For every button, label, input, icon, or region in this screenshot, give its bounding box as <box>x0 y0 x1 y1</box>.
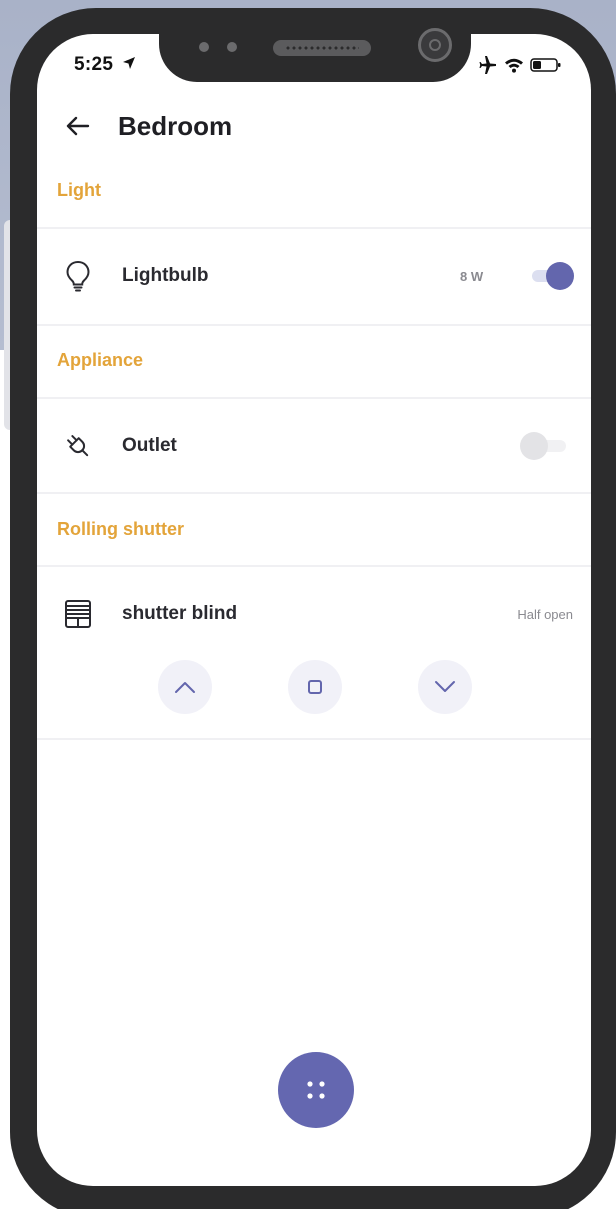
device-name-outlet: Outlet <box>122 435 177 456</box>
back-button[interactable] <box>60 108 96 144</box>
airplane-icon <box>478 56 498 79</box>
speaker-grille <box>273 40 371 56</box>
outlet-toggle[interactable] <box>520 432 568 460</box>
sensor-dot <box>227 42 237 52</box>
location-arrow-icon <box>122 56 136 75</box>
battery-icon <box>530 57 562 78</box>
wifi-icon <box>504 57 524 78</box>
divider <box>37 738 591 740</box>
section-label-light: Light <box>57 180 101 200</box>
toggle-knob <box>520 432 548 460</box>
divider <box>37 565 591 567</box>
power-reading: 8 W <box>460 268 484 284</box>
section-label-rolling-shutter: Rolling shutter <box>57 519 184 539</box>
divider <box>37 397 591 399</box>
section-label-appliance: Appliance <box>57 350 144 370</box>
chevron-down-icon <box>435 681 455 692</box>
app-screenshot: 5:25 Bedroom Light Lightbulb 8 W Applian… <box>0 0 616 1209</box>
app-header: Bedroom <box>60 104 232 148</box>
status-icons <box>478 56 562 79</box>
lightbulb-toggle[interactable] <box>526 262 574 290</box>
back-arrow-icon <box>66 116 90 136</box>
grid-dots-icon <box>307 1081 325 1099</box>
device-name-lightbulb: Lightbulb <box>122 265 209 286</box>
device-row-shutter-blind[interactable]: shutter blind Half open <box>37 584 591 644</box>
device-row-outlet[interactable]: Outlet <box>37 416 591 476</box>
page-title: Bedroom <box>118 110 233 141</box>
device-name-shutter-blind: shutter blind <box>122 603 238 624</box>
chevron-up-icon <box>175 682 195 693</box>
shutter-stop-button[interactable] <box>288 660 342 714</box>
speaker-holes <box>285 46 359 50</box>
shutter-down-button[interactable] <box>418 660 472 714</box>
toggle-knob <box>546 262 574 290</box>
divider <box>37 227 591 229</box>
status-time: 5:25 <box>74 54 114 75</box>
divider <box>37 492 591 494</box>
device-row-lightbulb[interactable]: Lightbulb 8 W <box>37 246 591 306</box>
floating-action-button[interactable] <box>278 1052 354 1128</box>
divider <box>37 324 591 326</box>
shutter-up-button[interactable] <box>158 660 212 714</box>
sensor-dot <box>199 42 209 52</box>
shutter-blind-icon <box>61 597 95 631</box>
lightbulb-icon <box>61 259 95 293</box>
stop-square-icon <box>308 680 322 694</box>
shutter-state: Half open <box>517 606 573 622</box>
plug-icon <box>61 429 95 463</box>
front-camera <box>418 28 452 62</box>
